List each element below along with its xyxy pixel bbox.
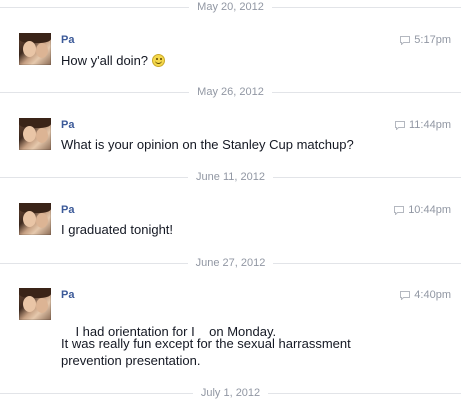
avatar[interactable] — [19, 288, 51, 320]
divider-date: May 20, 2012 — [197, 1, 264, 13]
sender-name[interactable]: Pa — [61, 33, 74, 47]
date-divider: June 11, 2012 — [0, 170, 461, 184]
sender-name[interactable]: Pa — [61, 203, 74, 217]
message: Pa 10:44pm I graduated tonight! — [0, 203, 461, 243]
divider-date: June 11, 2012 — [196, 171, 265, 183]
divider-line — [0, 176, 189, 178]
sender-name[interactable]: Pa — [61, 118, 74, 132]
smiley-icon — [151, 54, 165, 67]
date-divider: June 27, 2012 — [0, 256, 461, 270]
chat-bubble-icon — [400, 290, 411, 300]
message-time: 5:17pm — [400, 33, 451, 47]
divider-line — [0, 262, 188, 264]
divider-line — [0, 91, 190, 93]
chat-bubble-icon — [395, 120, 405, 130]
time-label: 5:17pm — [414, 34, 451, 46]
avatar[interactable] — [19, 203, 51, 235]
divider-line — [271, 6, 461, 8]
date-divider: July 1, 2012 — [0, 386, 461, 400]
divider-line — [272, 176, 461, 178]
divider-date: July 1, 2012 — [200, 387, 261, 399]
message-body: What is your opinion on the Stanley Cup … — [61, 136, 441, 153]
message: Pa 4:40pm I had orientation for I on Mon… — [0, 288, 461, 373]
message-text: It was really fun except for the sexual … — [61, 336, 351, 368]
message-time: 11:44pm — [395, 118, 451, 132]
avatar[interactable] — [19, 33, 51, 65]
time-label: 4:40pm — [414, 289, 451, 301]
time-label: 10:44pm — [408, 204, 451, 216]
divider-line — [0, 6, 190, 8]
divider-line — [271, 91, 461, 93]
time-label: 11:44pm — [409, 119, 451, 131]
message-time: 4:40pm — [400, 288, 451, 302]
message: Pa 5:17pm How y'all doin? — [0, 33, 461, 73]
divider-line — [268, 392, 461, 394]
message-text: I graduated tonight! — [61, 222, 174, 237]
date-divider: May 20, 2012 — [0, 0, 461, 14]
divider-line — [0, 392, 193, 394]
message-text: What is your opinion on the Stanley Cup … — [61, 137, 354, 152]
chat-bubble-icon — [394, 205, 405, 215]
message: Pa 11:44pm What is your opinion on the S… — [0, 118, 461, 158]
message-body: I graduated tonight! — [61, 221, 401, 238]
message-text: How y'all doin? — [61, 53, 149, 68]
message-time: 10:44pm — [394, 203, 451, 217]
sender-name[interactable]: Pa — [61, 288, 74, 302]
avatar[interactable] — [19, 118, 51, 150]
divider-line — [273, 262, 461, 264]
date-divider: May 26, 2012 — [0, 85, 461, 99]
message-body: How y'all doin? — [61, 52, 401, 69]
divider-date: June 27, 2012 — [195, 257, 266, 269]
message-body: It was really fun except for the sexual … — [61, 335, 391, 369]
divider-date: May 26, 2012 — [197, 86, 264, 98]
chat-bubble-icon — [400, 35, 411, 45]
